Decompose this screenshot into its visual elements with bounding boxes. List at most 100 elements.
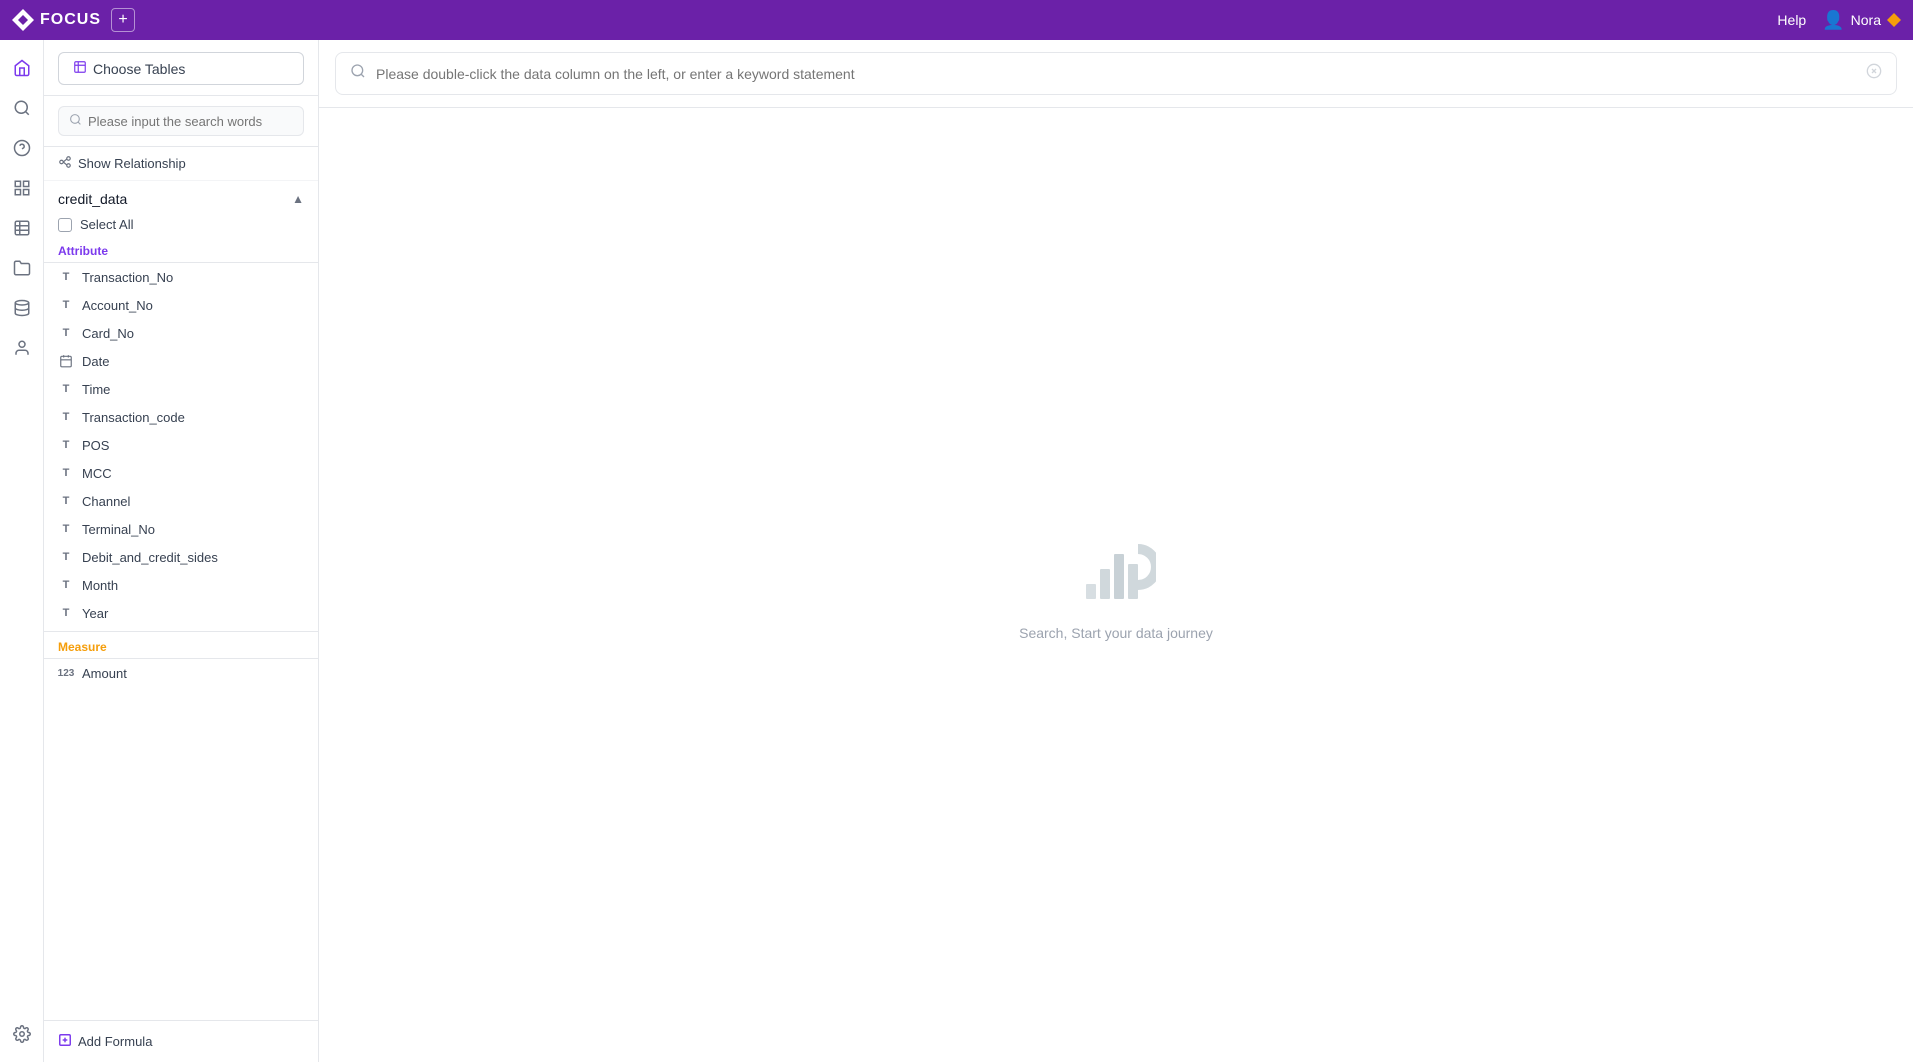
topnav-left: FOCUS + (12, 8, 135, 32)
user-area[interactable]: 👤 Nora (1822, 10, 1901, 31)
field-name: Year (82, 606, 108, 621)
field-mcc[interactable]: T MCC (44, 459, 318, 487)
field-card-no[interactable]: T Card_No (44, 319, 318, 347)
add-formula-label: Add Formula (78, 1034, 152, 1049)
sidebar-item-table[interactable] (4, 210, 40, 246)
select-all-row: Select All (44, 213, 318, 240)
new-tab-button[interactable]: + (111, 8, 135, 32)
sidebar-search-inner (58, 106, 304, 136)
empty-state-text: Search, Start your data journey (1019, 625, 1213, 641)
show-relationship-label: Show Relationship (78, 156, 186, 171)
empty-chart-illustration (1076, 529, 1156, 609)
app-name: FOCUS (40, 11, 101, 29)
logo-inner-icon (18, 15, 28, 25)
sidebar-item-dashboard[interactable] (4, 170, 40, 206)
field-channel[interactable]: T Channel (44, 487, 318, 515)
search-bar-area (319, 40, 1913, 108)
field-type-icon-T: T (58, 269, 74, 285)
field-account-no[interactable]: T Account_No (44, 291, 318, 319)
field-type-icon-T: T (58, 437, 74, 453)
sidebar-item-help[interactable] (4, 130, 40, 166)
field-transaction-no[interactable]: T Transaction_No (44, 263, 318, 291)
show-relationship-button[interactable]: Show Relationship (44, 147, 318, 181)
search-clear-icon[interactable] (1866, 63, 1882, 84)
field-type-icon-cal (58, 353, 74, 369)
main-content: Search, Start your data journey (319, 40, 1913, 1062)
field-month[interactable]: T Month (44, 571, 318, 599)
field-type-icon-123: 123 (58, 665, 74, 681)
sidebar-item-home[interactable] (4, 50, 40, 86)
select-all-checkbox[interactable] (58, 218, 72, 232)
logo-diamond-icon (12, 9, 34, 31)
topnav: FOCUS + Help 👤 Nora (0, 0, 1913, 40)
field-date[interactable]: Date (44, 347, 318, 375)
field-terminal-no[interactable]: T Terminal_No (44, 515, 318, 543)
empty-state: Search, Start your data journey (319, 108, 1913, 1062)
field-debit-credit[interactable]: T Debit_and_credit_sides (44, 543, 318, 571)
main-layout: Choose Tables Show Relationship credit_d… (0, 40, 1913, 1062)
user-name: Nora (1851, 12, 1881, 28)
sidebar-content: credit_data ▲ Select All Attribute T Tra… (44, 181, 318, 1020)
field-type-icon-T: T (58, 409, 74, 425)
table-group-name: credit_data (58, 191, 127, 207)
add-formula-icon (58, 1033, 72, 1050)
field-name: Transaction_code (82, 410, 185, 425)
search-main-icon (350, 63, 366, 84)
sidebar-top: Choose Tables (44, 40, 318, 96)
field-name: Channel (82, 494, 130, 509)
sidebar-item-search[interactable] (4, 90, 40, 126)
choose-tables-button[interactable]: Choose Tables (58, 52, 304, 85)
field-pos[interactable]: T POS (44, 431, 318, 459)
sidebar-search-icon (69, 113, 82, 129)
choose-tables-label: Choose Tables (93, 61, 185, 77)
field-name: Debit_and_credit_sides (82, 550, 218, 565)
field-amount[interactable]: 123 Amount (44, 659, 318, 687)
field-name: POS (82, 438, 109, 453)
logo: FOCUS (12, 9, 101, 31)
field-year[interactable]: T Year (44, 599, 318, 627)
search-bar-inner (335, 52, 1897, 95)
add-formula-button[interactable]: Add Formula (58, 1033, 152, 1050)
attribute-section-label: Attribute (44, 240, 318, 263)
field-name: Account_No (82, 298, 153, 313)
field-type-icon-T: T (58, 549, 74, 565)
field-type-icon-T: T (58, 297, 74, 313)
field-name: Card_No (82, 326, 134, 341)
field-type-icon-T: T (58, 381, 74, 397)
iconbar (0, 40, 44, 1062)
sidebar-search-input[interactable] (88, 114, 293, 129)
field-name: Transaction_No (82, 270, 173, 285)
field-name: Month (82, 578, 118, 593)
topnav-right: Help 👤 Nora (1777, 10, 1901, 31)
field-type-icon-T: T (58, 465, 74, 481)
sidebar-item-data[interactable] (4, 290, 40, 326)
select-all-label: Select All (80, 217, 133, 232)
table-group-credit-data: credit_data ▲ Select All Attribute T Tra… (44, 181, 318, 687)
sidebar-search-area (44, 96, 318, 147)
help-button[interactable]: Help (1777, 12, 1806, 28)
field-type-icon-T: T (58, 605, 74, 621)
sidebar-item-settings[interactable] (4, 1016, 40, 1052)
choose-tables-icon (73, 60, 87, 77)
relationship-icon (58, 155, 72, 172)
sidebar-footer: Add Formula (44, 1020, 318, 1062)
sidebar-item-folder[interactable] (4, 250, 40, 286)
field-time[interactable]: T Time (44, 375, 318, 403)
field-name: Time (82, 382, 110, 397)
field-name: Terminal_No (82, 522, 155, 537)
field-type-icon-T: T (58, 577, 74, 593)
sidebar: Choose Tables Show Relationship credit_d… (44, 40, 319, 1062)
user-circle-icon: 👤 (1822, 10, 1844, 31)
field-type-icon-T: T (58, 325, 74, 341)
field-type-icon-T: T (58, 493, 74, 509)
field-name: Amount (82, 666, 127, 681)
main-search-input[interactable] (376, 66, 1856, 82)
sidebar-item-user[interactable] (4, 330, 40, 366)
table-group-header: credit_data ▲ (44, 181, 318, 213)
measure-section-label: Measure (44, 631, 318, 659)
collapse-icon[interactable]: ▲ (292, 192, 304, 206)
field-transaction-code[interactable]: T Transaction_code (44, 403, 318, 431)
field-name: Date (82, 354, 109, 369)
field-type-icon-T: T (58, 521, 74, 537)
user-diamond-icon (1887, 13, 1901, 27)
